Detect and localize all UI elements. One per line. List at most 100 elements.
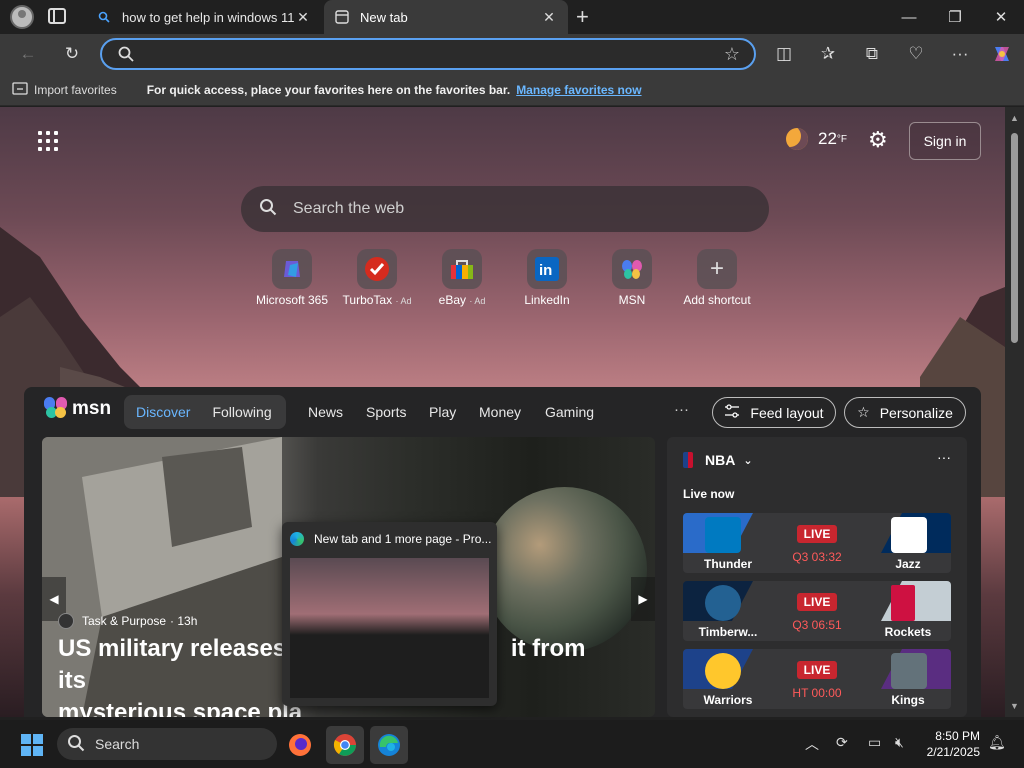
chrome-icon[interactable] bbox=[326, 726, 364, 764]
preview-image bbox=[290, 558, 489, 698]
browser-essentials-icon[interactable]: ♡ bbox=[902, 40, 930, 68]
msn-logo-text: msn bbox=[72, 398, 112, 419]
headline-part: US military releases t bbox=[58, 635, 301, 662]
browser-toolbar: ← ↻ ☆ ◫ ✰ ⧉ ♡ ··· bbox=[0, 34, 1024, 74]
msn-feed: msn Discover Following News Sports Play … bbox=[24, 387, 981, 717]
msn-logo[interactable]: msn bbox=[44, 397, 111, 421]
tab-strip: how to get help in windows 11 - Se ✕ New… bbox=[0, 0, 1024, 34]
search-icon bbox=[118, 46, 134, 67]
show-hidden-icons-icon[interactable]: ︿ bbox=[805, 734, 819, 754]
nav-gaming[interactable]: Gaming bbox=[545, 404, 594, 420]
shortcut-label: MSN bbox=[618, 293, 646, 307]
linkedin-icon: in bbox=[527, 249, 567, 289]
taskbar-search[interactable]: Search bbox=[57, 728, 277, 760]
nav-money[interactable]: Money bbox=[479, 404, 521, 420]
tab-actions-icon[interactable] bbox=[48, 8, 66, 24]
taskbar-window-preview[interactable]: New tab and 1 more page - Pro... bbox=[282, 522, 497, 706]
game-clock: HT 00:00 bbox=[792, 686, 842, 700]
game-card[interactable]: Warriors LIVE HT 00:00 Kings bbox=[683, 649, 951, 709]
scroll-down-icon[interactable]: ▼ bbox=[1010, 701, 1019, 711]
sparkle-icon: ☆ bbox=[857, 404, 870, 420]
settings-more-icon[interactable]: ··· bbox=[946, 40, 974, 68]
weather-widget[interactable]: 22 °F bbox=[786, 128, 847, 150]
edge-icon[interactable] bbox=[370, 726, 408, 764]
preview-title-text: New tab and 1 more page - Pro... bbox=[314, 532, 492, 546]
nav-sports[interactable]: Sports bbox=[366, 404, 406, 420]
notification-bell-icon[interactable]: 🔔︎ bbox=[988, 734, 1006, 751]
shortcut-label: Microsoft 365 bbox=[255, 293, 329, 307]
tab-discover[interactable]: Discover bbox=[136, 404, 190, 420]
windows-start-icon[interactable] bbox=[21, 734, 43, 756]
update-notification-icon[interactable]: ⟳ bbox=[836, 734, 848, 751]
clock-date: 2/21/2025 bbox=[926, 745, 980, 759]
import-favorites-button[interactable]: Import favorites bbox=[12, 81, 117, 98]
team-name: Warriors bbox=[703, 693, 753, 707]
nav-play[interactable]: Play bbox=[429, 404, 456, 420]
network-icon[interactable]: ▭ bbox=[868, 734, 881, 751]
shortcut-label: LinkedIn bbox=[524, 293, 570, 307]
close-tab-icon[interactable]: ✕ bbox=[294, 9, 312, 26]
volume-muted-icon[interactable]: 🔇︎ bbox=[895, 734, 904, 751]
back-arrow-icon[interactable]: ← bbox=[14, 40, 42, 68]
scrollbar-thumb[interactable] bbox=[1011, 133, 1018, 343]
firefox-icon[interactable] bbox=[281, 726, 319, 764]
favorites-icon[interactable]: ✰ bbox=[814, 40, 842, 68]
weather-unit: °F bbox=[836, 133, 848, 145]
restore-icon[interactable]: ❐ bbox=[932, 0, 978, 34]
ad-tag: · Ad bbox=[469, 296, 486, 306]
nav-news[interactable]: News bbox=[308, 404, 343, 420]
address-bar[interactable]: ☆ bbox=[100, 38, 756, 70]
shortcut-label: TurboTax bbox=[342, 293, 393, 307]
warriors-logo-icon bbox=[705, 653, 741, 689]
sign-in-button[interactable]: Sign in bbox=[909, 122, 981, 160]
next-arrow-icon[interactable]: ▶ bbox=[631, 577, 655, 621]
import-favorites-label: Import favorites bbox=[34, 82, 117, 97]
chevron-down-icon: ⌄ bbox=[743, 454, 753, 467]
split-screen-icon[interactable]: ◫ bbox=[770, 40, 798, 68]
page-settings-gear-icon[interactable]: ⚙ bbox=[868, 127, 888, 153]
kings-logo-icon bbox=[891, 653, 927, 689]
web-search-box[interactable]: Search the web bbox=[241, 186, 769, 232]
add-favorite-star-icon[interactable]: ☆ bbox=[724, 44, 740, 65]
tab-new-tab[interactable]: New tab ✕ bbox=[324, 0, 568, 34]
ebay-bag-icon bbox=[442, 249, 482, 289]
scroll-up-icon[interactable]: ▲ bbox=[1010, 113, 1019, 123]
collections-icon[interactable]: ⧉ bbox=[858, 40, 886, 68]
copilot-icon[interactable] bbox=[988, 40, 1016, 68]
close-tab-icon[interactable]: ✕ bbox=[540, 9, 558, 26]
nba-header[interactable]: NBA ⌄ bbox=[683, 452, 753, 468]
favorites-bar: Import favorites For quick access, place… bbox=[0, 74, 1024, 106]
new-tab-page: 22 °F ⚙ Sign in Search the web Microsoft… bbox=[0, 107, 1005, 717]
ad-tag: · Ad bbox=[395, 296, 412, 306]
microsoft-365-icon bbox=[272, 249, 312, 289]
feed-layout-button[interactable]: Feed layout bbox=[712, 397, 836, 428]
game-card[interactable]: Thunder LIVE Q3 03:32 Jazz bbox=[683, 513, 951, 573]
game-card[interactable]: Timberw... LIVE Q3 06:51 Rockets bbox=[683, 581, 951, 641]
more-options-icon[interactable]: ··· bbox=[937, 449, 951, 465]
thunder-logo-icon bbox=[705, 517, 741, 553]
rockets-logo-icon bbox=[891, 585, 915, 621]
manage-favorites-link[interactable]: Manage favorites now bbox=[516, 83, 641, 97]
nba-logo-icon bbox=[683, 452, 693, 468]
timberwolves-logo-icon bbox=[705, 585, 741, 621]
app-launcher-icon[interactable] bbox=[38, 131, 58, 151]
refresh-icon[interactable]: ↻ bbox=[58, 40, 86, 68]
more-nav-icon[interactable]: ··· bbox=[674, 401, 689, 418]
shortcut-label: Add shortcut bbox=[683, 293, 751, 307]
plus-icon: + bbox=[697, 249, 737, 289]
feed-layout-label: Feed layout bbox=[750, 404, 824, 421]
source-time: · 13h bbox=[170, 614, 198, 628]
tab-following[interactable]: Following bbox=[212, 404, 271, 420]
feed-tab-switcher: Discover Following bbox=[124, 395, 286, 429]
new-tab-plus-icon[interactable]: + bbox=[576, 4, 589, 30]
close-window-icon[interactable]: ✕ bbox=[978, 0, 1024, 34]
system-clock[interactable]: 8:50 PM 2/21/2025 bbox=[918, 728, 980, 760]
page-scrollbar[interactable]: ▲ ▼ bbox=[1005, 107, 1024, 717]
profile-avatar[interactable] bbox=[10, 5, 34, 29]
add-shortcut-button[interactable]: + Add shortcut bbox=[667, 249, 767, 307]
tab-help-search[interactable]: how to get help in windows 11 - Se ✕ bbox=[86, 0, 322, 34]
live-badge: LIVE bbox=[797, 593, 837, 611]
new-tab-page-icon bbox=[334, 9, 350, 25]
personalize-button[interactable]: ☆ Personalize bbox=[844, 397, 966, 428]
minimize-icon[interactable]: — bbox=[886, 0, 932, 34]
